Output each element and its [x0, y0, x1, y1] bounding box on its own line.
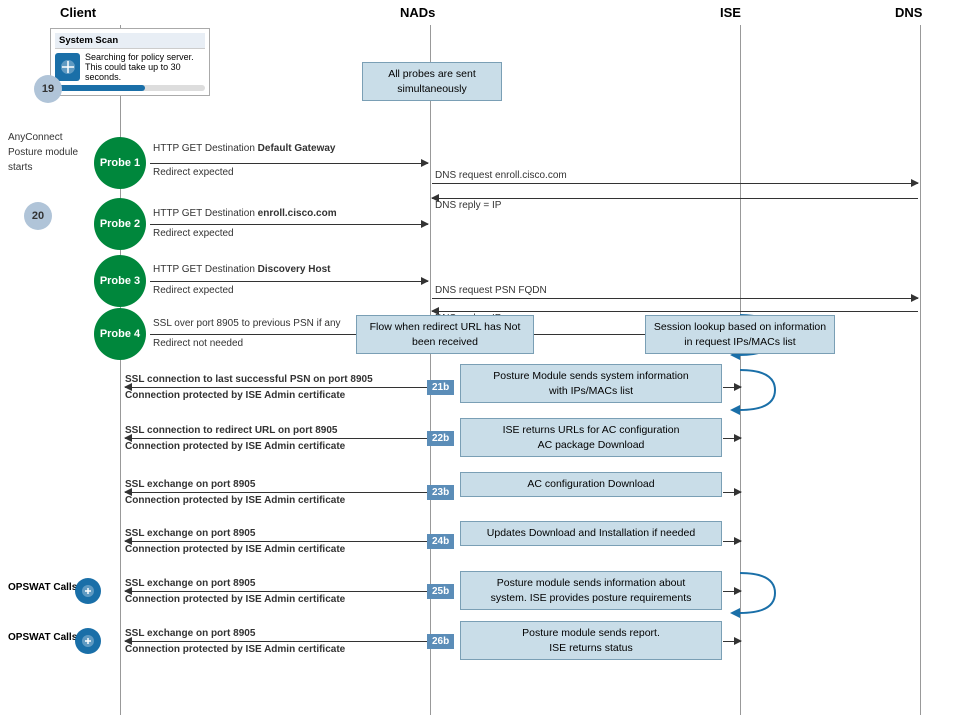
probe3-sub: Redirect expected: [153, 285, 234, 296]
box-24b: Updates Download and Installation if nee…: [460, 521, 722, 546]
box-22b: ISE returns URLs for AC configurationAC …: [460, 418, 722, 457]
probe3-label: HTTP GET Destination Discovery Host: [153, 264, 330, 275]
step-24b: 24b: [427, 534, 454, 549]
probe1-sub: Redirect expected: [153, 167, 234, 178]
scan-box: System Scan Searching for policy server.…: [50, 28, 210, 96]
all-probes-box: All probes are sent simultaneously: [362, 62, 502, 101]
curve-arrow-2: [720, 365, 780, 415]
arrow-21b-label1: SSL connection to last successful PSN on…: [125, 374, 373, 385]
opswat-icon-2: [75, 628, 101, 654]
probe4-sub: Redirect not needed: [153, 338, 243, 349]
arrow-24b-ise: [723, 541, 741, 542]
header-dns: DNS: [895, 5, 922, 20]
probe-4: Probe 4: [94, 308, 146, 360]
probe4-label: SSL over port 8905 to previous PSN if an…: [153, 318, 341, 329]
arrow-23b: [125, 492, 428, 493]
step-26b: 26b: [427, 634, 454, 649]
probe-3: Probe 3: [94, 255, 146, 307]
curve-arrow-3: [720, 568, 780, 618]
opswat-label-2: OPSWAT Calls: [8, 632, 77, 643]
probe-2: Probe 2: [94, 198, 146, 250]
probe2-sub: Redirect expected: [153, 228, 234, 239]
dns-arrow2: [432, 198, 918, 199]
arrow-25b-label1: SSL exchange on port 8905: [125, 578, 255, 589]
vline-client: [120, 25, 121, 715]
header-ise: ISE: [720, 5, 741, 20]
arrow-22b-ise: [723, 438, 741, 439]
arrow-24b-label1: SSL exchange on port 8905: [125, 528, 255, 539]
box-23b: AC configuration Download: [460, 472, 722, 497]
arrow-23b-ise: [723, 492, 741, 493]
box-21b: Posture Module sends system informationw…: [460, 364, 722, 403]
arrow-25b-label2: Connection protected by ISE Admin certif…: [125, 594, 345, 605]
dns-arrow4: [432, 311, 918, 312]
arrow-probe2-right: [150, 224, 428, 225]
dns-label1: DNS request enroll.cisco.com: [435, 170, 567, 181]
arrow-23b-label2: Connection protected by ISE Admin certif…: [125, 495, 345, 506]
step-25b: 25b: [427, 584, 454, 599]
step-22b: 22b: [427, 431, 454, 446]
arrow-26b-label1: SSL exchange on port 8905: [125, 628, 255, 639]
arrow-24b-label2: Connection protected by ISE Admin certif…: [125, 544, 345, 555]
probe2-label: HTTP GET Destination enroll.cisco.com: [153, 208, 337, 219]
arrow-23b-label1: SSL exchange on port 8905: [125, 479, 255, 490]
progress-bar: [55, 85, 205, 91]
arrow-26b-ise: [723, 641, 741, 642]
box-26b: Posture module sends report.ISE returns …: [460, 621, 722, 660]
arrow-22b: [125, 438, 428, 439]
arrow-21b: [125, 387, 428, 388]
arrow-26b: [125, 641, 428, 642]
scan-title: System Scan: [55, 33, 205, 49]
arrow-24b: [125, 541, 428, 542]
session-box: Session lookup based on information in r…: [645, 315, 835, 354]
dns-label3: DNS request PSN FQDN: [435, 285, 547, 296]
diagram: Client NADs ISE DNS System Scan Searchin…: [0, 0, 960, 720]
arrow-probe1-right: [150, 163, 428, 164]
opswat-icon-1: [75, 578, 101, 604]
arrow-22b-label1: SSL connection to redirect URL on port 8…: [125, 425, 337, 436]
vline-nads: [430, 25, 431, 715]
header-nads: NADs: [400, 5, 435, 20]
arrow-probe3-right: [150, 281, 428, 282]
box-25b: Posture module sends information aboutsy…: [460, 571, 722, 610]
probe1-label: HTTP GET Destination Default Gateway: [153, 143, 335, 154]
anyconnect-label: AnyConnect Posture module starts: [8, 130, 78, 175]
header-client: Client: [60, 5, 96, 20]
arrow-26b-label2: Connection protected by ISE Admin certif…: [125, 644, 345, 655]
arrow-22b-label2: Connection protected by ISE Admin certif…: [125, 441, 345, 452]
opswat-label-1: OPSWAT Calls: [8, 582, 77, 593]
dns-arrow3: [432, 298, 918, 299]
scan-text: Searching for policy server. This could …: [85, 52, 205, 82]
dns-label2: DNS reply = IP: [435, 200, 501, 211]
arrow-25b: [125, 591, 428, 592]
num-19: 19: [34, 75, 62, 103]
arrow-21b-label2: Connection protected by ISE Admin certif…: [125, 390, 345, 401]
dns-arrow1: [432, 183, 918, 184]
vline-dns: [920, 25, 921, 715]
step-23b: 23b: [427, 485, 454, 500]
num-20: 20: [24, 202, 52, 230]
step-21b: 21b: [427, 380, 454, 395]
flow-box: Flow when redirect URL has Not been rece…: [356, 315, 534, 354]
anyconnect-icon-scan: [55, 53, 80, 81]
probe-1: Probe 1: [94, 137, 146, 189]
